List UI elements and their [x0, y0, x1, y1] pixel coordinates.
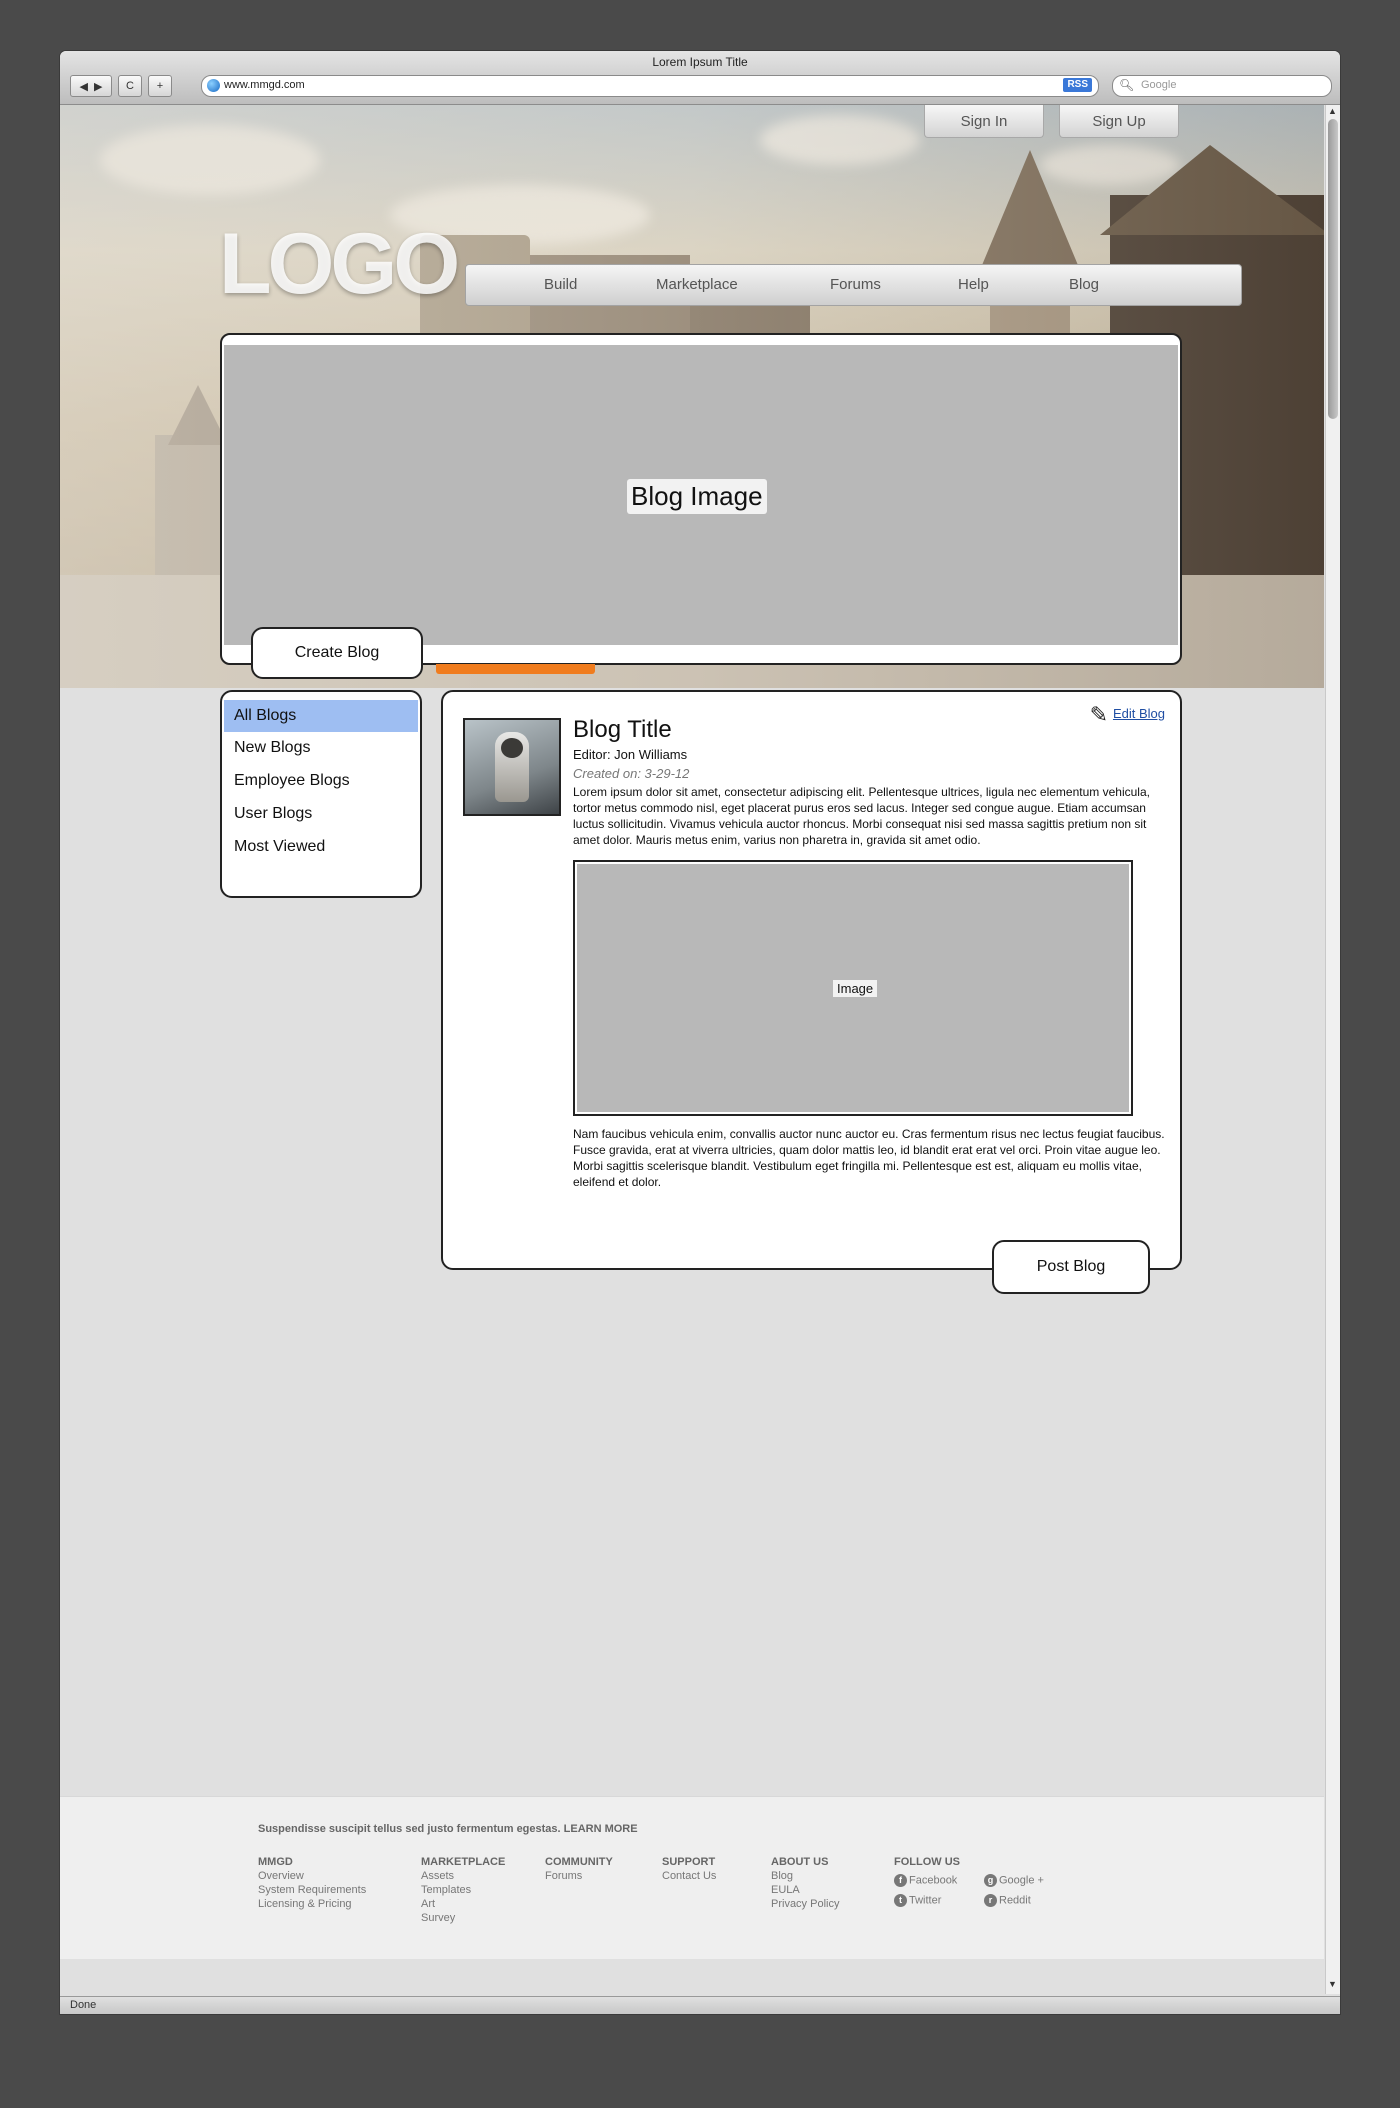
- footer-col-community: COMMUNITY Forums: [545, 1855, 613, 1883]
- footer-heading: SUPPORT: [662, 1856, 716, 1868]
- blog-body-paragraph-1: Lorem ipsum dolor sit amet, consectetur …: [573, 785, 1150, 847]
- status-text: Done: [70, 1999, 97, 2011]
- nav-forums[interactable]: Forums: [830, 276, 881, 293]
- vertical-scrollbar[interactable]: ▲ ▼: [1325, 105, 1340, 1994]
- footer-link[interactable]: Licensing & Pricing: [258, 1897, 366, 1911]
- blog-title: Blog Title: [573, 716, 672, 743]
- blog-body-paragraph-2: Nam faucibus vehicula enim, convallis au…: [573, 1127, 1165, 1189]
- footer: Suspendisse suscipit tellus sed justo fe…: [60, 1796, 1324, 1959]
- blog-editor: Editor: Jon Williams: [573, 747, 688, 762]
- footer-tagline[interactable]: Suspendisse suscipit tellus sed justo fe…: [258, 1823, 638, 1835]
- window-title: Lorem Ipsum Title: [652, 55, 748, 69]
- sidebar-item-user-blogs[interactable]: User Blogs: [224, 798, 418, 830]
- back-forward-buttons[interactable]: ◀ ▶: [70, 75, 112, 97]
- footer-link[interactable]: Forums: [545, 1869, 613, 1883]
- blog-created-date: Created on: 3-29-12: [573, 766, 690, 781]
- scrollbar-thumb[interactable]: [1328, 119, 1338, 419]
- browser-window: Lorem Ipsum Title ◀ ▶ C + www.mmgd.com R…: [60, 51, 1340, 2014]
- rss-button[interactable]: RSS: [1063, 78, 1092, 92]
- browser-nav-buttons: ◀ ▶ C +: [70, 75, 172, 97]
- scroll-down-icon[interactable]: ▼: [1328, 1979, 1337, 1989]
- footer-link[interactable]: Assets: [421, 1869, 505, 1883]
- footer-heading: COMMUNITY: [545, 1856, 613, 1868]
- blog-image-frame: Blog Image: [220, 333, 1182, 665]
- footer-col-marketplace: MARKETPLACE Assets Templates Art Survey: [421, 1855, 505, 1925]
- facebook-link[interactable]: f Facebook: [894, 1874, 957, 1887]
- avatar: [463, 718, 561, 816]
- nav-marketplace[interactable]: Marketplace: [656, 276, 738, 293]
- image-label: Image: [833, 980, 878, 997]
- title-bar: Lorem Ipsum Title ◀ ▶ C + www.mmgd.com R…: [60, 51, 1340, 105]
- sign-in-button[interactable]: Sign In: [924, 105, 1044, 138]
- facebook-label: Facebook: [909, 1874, 958, 1887]
- reddit-link[interactable]: r Reddit: [984, 1894, 1031, 1907]
- blog-image: Blog Image: [224, 345, 1178, 645]
- footer-link[interactable]: Contact Us: [662, 1869, 716, 1883]
- url-bar[interactable]: www.mmgd.com RSS: [201, 75, 1099, 97]
- facebook-icon: f: [894, 1874, 907, 1887]
- nav-blog[interactable]: Blog: [1069, 276, 1099, 293]
- sidebar-item-all-blogs[interactable]: All Blogs: [224, 700, 418, 732]
- footer-link[interactable]: Privacy Policy: [771, 1897, 839, 1911]
- url-text[interactable]: www.mmgd.com: [224, 79, 305, 91]
- footer-heading: ABOUT US: [771, 1856, 829, 1868]
- sidebar-item-most-viewed[interactable]: Most Viewed: [224, 831, 418, 863]
- footer-col-follow: FOLLOW US: [894, 1855, 960, 1869]
- footer-heading: FOLLOW US: [894, 1856, 960, 1868]
- sidebar-item-new-blogs[interactable]: New Blogs: [224, 732, 418, 764]
- footer-link[interactable]: Templates: [421, 1883, 505, 1897]
- search-input[interactable]: 🔍︎ Google: [1112, 75, 1332, 97]
- footer-link[interactable]: Overview: [258, 1869, 366, 1883]
- blog-image-label: Blog Image: [627, 479, 767, 514]
- twitter-link[interactable]: t Twitter: [894, 1894, 941, 1907]
- google-plus-icon: g: [984, 1874, 997, 1887]
- blog-category-sidebar: All Blogs New Blogs Employee Blogs User …: [220, 690, 422, 898]
- back-icon[interactable]: ◀: [80, 80, 88, 93]
- pencil-icon[interactable]: ✎: [1090, 702, 1108, 728]
- google-plus-label: Google +: [999, 1874, 1044, 1887]
- footer-link[interactable]: EULA: [771, 1883, 839, 1897]
- twitter-icon: t: [894, 1894, 907, 1907]
- avatar-hood: [501, 738, 523, 758]
- nav-help[interactable]: Help: [958, 276, 989, 293]
- forward-icon[interactable]: ▶: [94, 80, 102, 93]
- footer-link[interactable]: Survey: [421, 1911, 505, 1925]
- footer-col-support: SUPPORT Contact Us: [662, 1855, 716, 1883]
- footer-link[interactable]: Art: [421, 1897, 505, 1911]
- search-icon: 🔍︎: [1119, 78, 1135, 92]
- reload-icon: C: [126, 80, 134, 92]
- scroll-up-icon[interactable]: ▲: [1328, 106, 1337, 116]
- blog-post-panel: ✎ Edit Blog Blog Title Editor: Jon Willi…: [441, 690, 1182, 1270]
- footer-col-mmgd: MMGD Overview System Requirements Licens…: [258, 1855, 366, 1911]
- search-placeholder: Google: [1141, 79, 1177, 91]
- footer-heading: MARKETPLACE: [421, 1856, 506, 1868]
- blog-body-image: Image: [573, 860, 1133, 1116]
- sign-up-button[interactable]: Sign Up: [1059, 105, 1179, 138]
- google-plus-link[interactable]: g Google +: [984, 1874, 1044, 1887]
- main-nav: Build Marketplace Forums Help Blog: [465, 264, 1242, 306]
- reddit-icon: r: [984, 1894, 997, 1907]
- sidebar-item-employee-blogs[interactable]: Employee Blogs: [224, 765, 418, 797]
- globe-icon: [207, 79, 220, 92]
- footer-heading: MMGD: [258, 1856, 293, 1868]
- footer-link[interactable]: System Requirements: [258, 1883, 366, 1897]
- new-tab-button[interactable]: +: [148, 75, 172, 97]
- reddit-label: Reddit: [999, 1894, 1031, 1907]
- active-tab-indicator: [436, 664, 595, 674]
- plus-icon: +: [156, 80, 164, 92]
- reload-button[interactable]: C: [118, 75, 142, 97]
- status-bar: Done: [60, 1996, 1340, 2014]
- edit-blog-link[interactable]: Edit Blog: [1113, 706, 1165, 721]
- nav-build[interactable]: Build: [544, 276, 577, 293]
- create-blog-button[interactable]: Create Blog: [251, 627, 423, 679]
- footer-col-about: ABOUT US Blog EULA Privacy Policy: [771, 1855, 839, 1911]
- footer-link[interactable]: Blog: [771, 1869, 839, 1883]
- post-blog-button[interactable]: Post Blog: [992, 1240, 1150, 1294]
- logo[interactable]: LOGO: [219, 221, 460, 307]
- twitter-label: Twitter: [909, 1894, 942, 1907]
